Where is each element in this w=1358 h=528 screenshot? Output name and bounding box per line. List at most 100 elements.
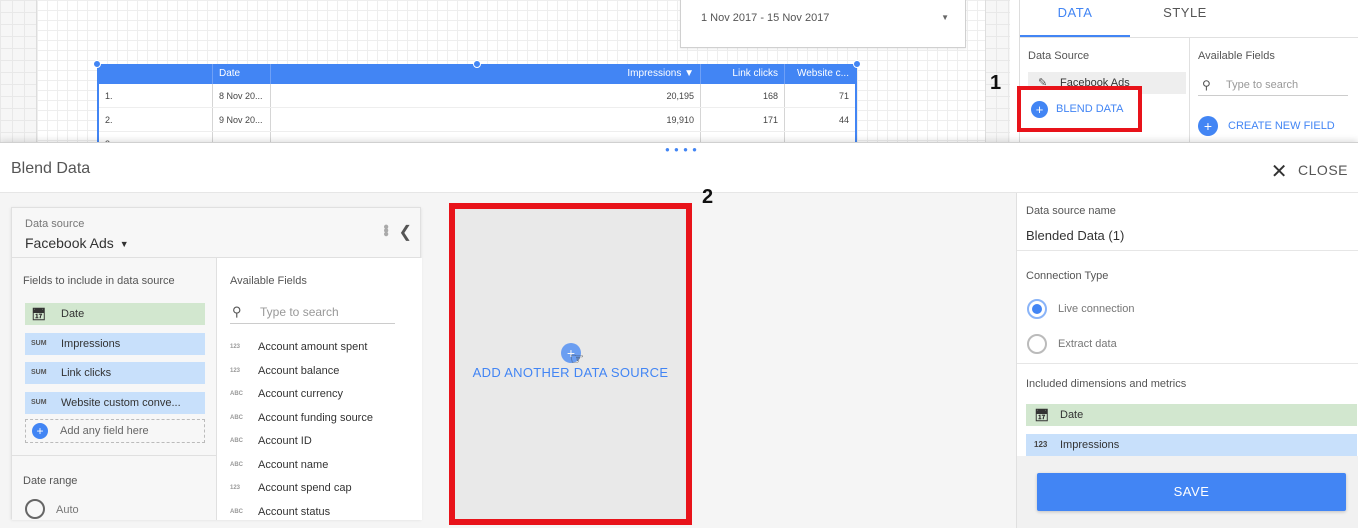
field-name: Website custom conve... — [61, 397, 181, 409]
text-type-icon: ABC — [230, 438, 243, 444]
data-source-name-label: Data source name — [1026, 205, 1116, 217]
text-type-icon: ABC — [230, 461, 243, 468]
search-icon: ⚲ — [1202, 78, 1211, 92]
date-range-auto-radio[interactable] — [25, 499, 45, 519]
row-impressions — [271, 132, 701, 142]
included-label: Included dimensions and metrics — [1026, 378, 1187, 390]
blend-data-highlight: + BLEND DATA — [1017, 86, 1142, 132]
row-link-clicks — [701, 132, 785, 142]
header-website-conversions[interactable]: Website c... — [785, 64, 855, 84]
live-connection-radio[interactable] — [1027, 299, 1047, 319]
add-data-source-highlight[interactable]: + ☞ ADD ANOTHER DATA SOURCE — [449, 203, 692, 525]
field-chip-link-clicks[interactable]: SUM Link clicks — [25, 362, 205, 384]
search-placeholder: Type to search — [260, 305, 339, 319]
header-impressions[interactable]: Impressions ▼ — [271, 64, 701, 84]
properties-tabs: DATA STYLE — [1020, 0, 1358, 38]
included-chip-impressions[interactable]: 123 Impressions — [1026, 434, 1357, 456]
field-name: Account amount spent — [258, 341, 368, 353]
blend-data-panel: ● ● ● ● Blend Data ✕ CLOSE Data source Fa… — [0, 142, 1358, 528]
list-item[interactable]: 123 Account balance — [230, 360, 415, 384]
plus-icon: + — [32, 423, 48, 439]
add-field-label: Add any field here — [60, 425, 149, 437]
step-number-2: 2 — [702, 186, 714, 208]
included-chip-date[interactable]: 📅︎ Date — [1026, 404, 1357, 426]
list-item[interactable]: 123 Account spend cap — [230, 477, 415, 501]
text-type-icon: ABC — [230, 391, 243, 397]
date-range-title: Date range — [23, 475, 78, 487]
available-fields-label: Available Fields — [1198, 50, 1275, 62]
data-source-card-header: Data source Facebook Ads ▼ ••• ❮ — [12, 208, 420, 258]
search-icon: ⚲ — [232, 304, 242, 319]
caret-down-icon: ▼ — [119, 239, 129, 250]
list-item[interactable]: ABC Account status — [230, 501, 415, 521]
tab-data[interactable]: DATA — [1020, 0, 1130, 37]
list-item[interactable]: ABC Account funding source — [230, 407, 415, 431]
resize-handle[interactable] — [93, 60, 101, 68]
sum-icon: SUM — [31, 399, 47, 406]
data-source-name-input[interactable]: Blended Data (1) — [1026, 228, 1124, 243]
step-number-1: 1 — [990, 72, 1002, 94]
list-item[interactable]: ABC Account name — [230, 454, 415, 478]
row-index: 1. — [99, 84, 213, 107]
calendar-icon: 📅︎ — [31, 307, 47, 321]
sum-icon: SUM — [31, 369, 47, 376]
text-type-icon: ABC — [230, 508, 243, 515]
tab-style[interactable]: STYLE — [1130, 0, 1240, 37]
save-button[interactable]: SAVE — [1037, 473, 1346, 511]
date-range-control[interactable]: 1 Nov 2017 - 15 Nov 2017 ▼ — [680, 0, 966, 48]
field-name: Account spend cap — [258, 482, 352, 494]
number-type-icon: 123 — [230, 344, 241, 350]
table-row: 3. — [99, 132, 855, 142]
blend-data-button[interactable]: + BLEND DATA — [1031, 100, 1123, 118]
row-index: 3. — [99, 132, 213, 142]
list-item[interactable]: ABC Account ID — [230, 430, 415, 454]
data-source-section: Data Source ✎ Facebook Ads + BLEND DATA — [1017, 38, 1190, 142]
resize-handle[interactable] — [473, 60, 481, 68]
divider — [1017, 363, 1358, 364]
data-source-label: Data source — [25, 218, 85, 230]
caret-down-icon: ▼ — [941, 13, 949, 22]
data-source-select[interactable]: Facebook Ads ▼ — [25, 235, 129, 251]
list-item[interactable]: ABC Account currency — [230, 383, 415, 407]
chevron-left-icon[interactable]: ❮ — [399, 222, 412, 242]
field-chip-impressions[interactable]: SUM Impressions — [25, 333, 205, 355]
resize-handle[interactable] — [853, 60, 861, 68]
data-source-label: Data Source — [1028, 50, 1090, 62]
field-name: Account funding source — [258, 411, 373, 424]
included-fields-title: Fields to include in data source — [23, 275, 175, 287]
included-fields-column: Fields to include in data source 📅︎ Date… — [12, 258, 217, 520]
header-date[interactable]: Date — [213, 64, 271, 84]
list-item[interactable]: 123 Account amount spent — [230, 336, 415, 360]
blend-body: Data source Facebook Ads ▼ ••• ❮ Fields t… — [0, 193, 1358, 528]
calendar-icon: 📅︎ — [1034, 408, 1050, 422]
report-table[interactable]: Date Impressions ▼ Link clicks Website c… — [97, 64, 857, 142]
field-name: Impressions — [1060, 439, 1120, 451]
blend-config-panel: Data source name Blended Data (1) Connec… — [1016, 193, 1358, 528]
data-source-card: Data source Facebook Ads ▼ ••• ❮ Fields t… — [11, 207, 422, 520]
add-another-data-source-button[interactable]: ADD ANOTHER DATA SOURCE — [455, 365, 686, 380]
row-date: 9 Nov 20... — [213, 108, 271, 131]
more-vert-icon[interactable]: ••• — [377, 224, 394, 235]
divider — [1017, 250, 1358, 251]
available-fields-section: Available Fields ⚲ Type to search + CREAT… — [1190, 38, 1358, 142]
create-new-field-label: CREATE NEW FIELD — [1228, 120, 1335, 132]
header-link-clicks[interactable]: Link clicks — [701, 64, 785, 84]
create-new-field-button[interactable]: + CREATE NEW FIELD — [1198, 116, 1335, 137]
available-fields-title: Available Fields — [230, 275, 307, 287]
available-fields-list: 123 Account amount spent 123 Account balan… — [230, 336, 415, 520]
number-type-icon: 123 — [230, 367, 241, 374]
report-canvas: 1 Nov 2017 - 15 Nov 2017 ▼ Date Impressi… — [0, 0, 1010, 142]
search-placeholder: Type to search — [1226, 79, 1299, 91]
add-field-dropzone[interactable]: + Add any field here — [25, 419, 205, 443]
field-chip-date[interactable]: 📅︎ Date — [25, 303, 205, 325]
table-row: 2. 9 Nov 20... 19,910 171 44 — [99, 108, 855, 132]
extract-data-radio[interactable] — [1027, 334, 1047, 354]
field-chip-website-conversions[interactable]: SUM Website custom conve... — [25, 392, 205, 414]
properties-panel: DATA STYLE Data Source ✎ Facebook Ads + B… — [1017, 0, 1358, 142]
field-name: Link clicks — [61, 367, 112, 379]
available-fields-search[interactable]: ⚲ Type to search — [230, 300, 395, 324]
field-search-input[interactable]: ⚲ Type to search — [1198, 74, 1348, 96]
field-name: Impressions — [61, 338, 121, 350]
close-button[interactable]: ✕ CLOSE — [1271, 159, 1348, 184]
date-range-text: 1 Nov 2017 - 15 Nov 2017 — [701, 12, 830, 24]
